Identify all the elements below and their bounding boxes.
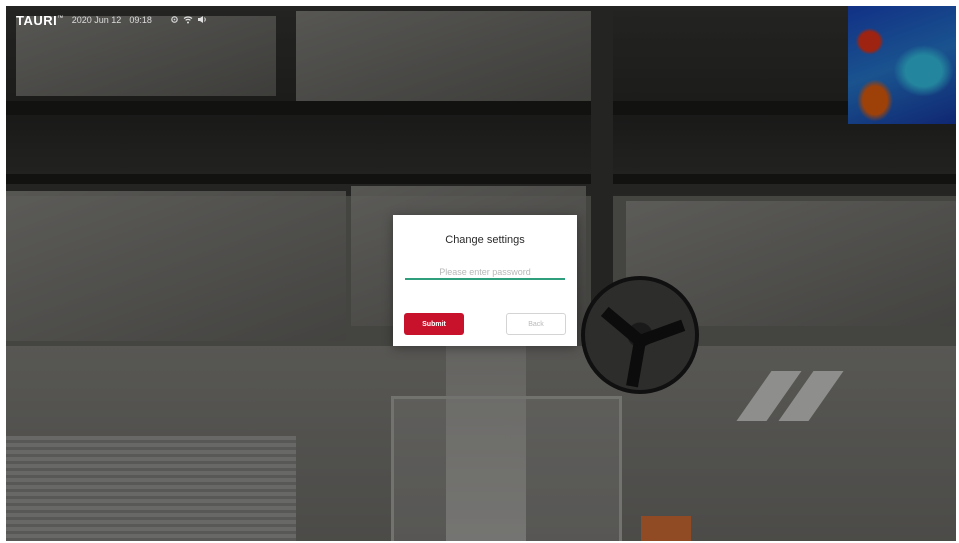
- volume-icon: [197, 15, 207, 26]
- time-label: 09:18: [129, 15, 152, 25]
- change-settings-dialog: Change settings Submit Back: [393, 215, 577, 346]
- submit-button[interactable]: Submit: [404, 313, 464, 335]
- brand-logo: TAURI™: [16, 12, 64, 28]
- wifi-icon: [183, 15, 193, 26]
- settings-icon: [170, 15, 179, 26]
- date-label: 2020 Jun 12: [71, 15, 122, 25]
- dialog-title: Change settings: [445, 234, 525, 246]
- status-bar: TAURI™ 2020 Jun 12 09:18: [16, 10, 207, 30]
- back-button[interactable]: Back: [506, 313, 566, 335]
- status-icons: [170, 15, 207, 26]
- password-input[interactable]: [405, 265, 565, 280]
